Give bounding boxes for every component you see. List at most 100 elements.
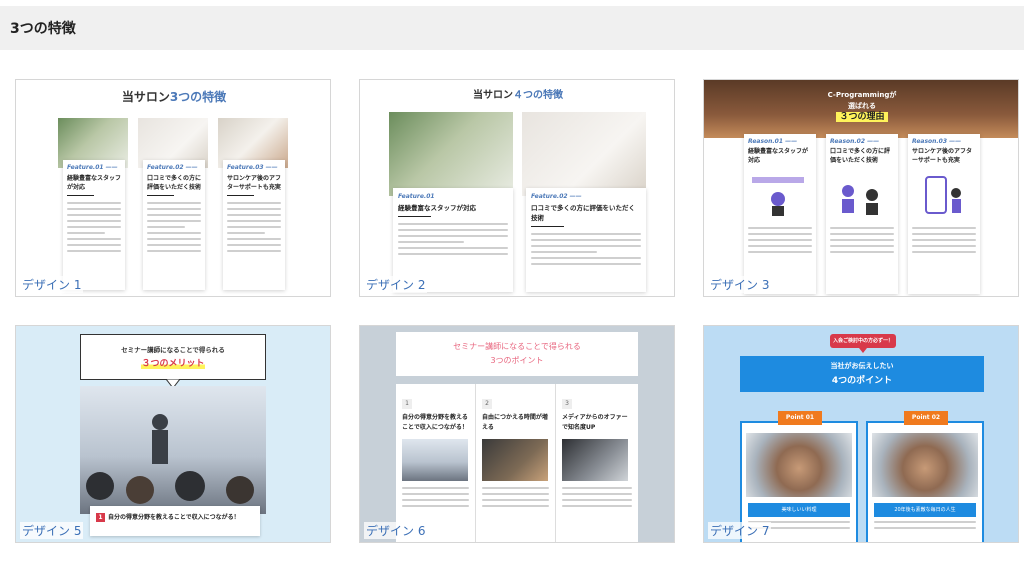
badge-tail-icon <box>859 348 867 353</box>
feature-heading: 経験豊富なスタッフ が対応 <box>67 174 121 192</box>
title-highlight: ３つの理由 <box>836 112 888 122</box>
feature-label: Feature.01 <box>398 193 435 200</box>
body-text-lines <box>398 223 508 255</box>
design-card-6[interactable]: セミナー講師になることで得られる 3つのポイント 1 自分の得意分野を教える こ… <box>359 325 675 543</box>
heading-line: ことで収入につながる！ <box>402 424 468 431</box>
design-card-2[interactable]: 当サロン４つの特徴 Feature.01 経験豊富なスタッフが対応 Featur… <box>359 79 675 297</box>
heading-line: 自由につかえる時間が増 <box>482 414 548 421</box>
point-heading: メディアからのオファー で知名度UP <box>562 413 632 433</box>
card-title: 当サロン４つの特徴 <box>360 86 674 101</box>
body-text-lines <box>874 521 976 533</box>
point-number: 1 <box>402 399 412 409</box>
design-card-5[interactable]: セミナー講師になることで得られる ３つのメリット 1 自分の得意分野を教えることで… <box>15 325 331 543</box>
heading-line: サロンケア後のアフ <box>227 175 282 182</box>
reason-label: Reason.02 —— <box>830 138 880 145</box>
body-text-lines <box>531 233 641 265</box>
design-card-3[interactable]: C-Programmingが 選ばれる ３つの理由 Reason.01 —— 経… <box>703 79 1019 297</box>
feature-label: Feature.02 —— <box>147 164 198 171</box>
photo-sunset <box>482 439 548 481</box>
reason-heading: 経験豊富なスタッフが 対応 <box>748 147 812 165</box>
point-label: Point 01 <box>778 411 822 425</box>
title-part: 当サロン <box>473 90 513 101</box>
illustration-icon <box>752 177 804 216</box>
body-text-lines <box>830 227 894 253</box>
merit-item: 1 自分の得意分野を教えることで収入につながる！ <box>90 506 260 536</box>
feature-heading: 口コミで多くの方に 評価をいただく技術 <box>147 174 201 192</box>
photo-media <box>562 439 628 481</box>
body-text-lines <box>67 202 121 252</box>
banner-line: 4つのポイント <box>831 376 893 386</box>
point-column-2: 2 自由につかえる時間が増 える <box>476 384 556 542</box>
title-line: 3つのポイント <box>490 356 544 365</box>
heading-line: で知名度UP <box>562 424 596 431</box>
design-card-1[interactable]: 当サロン3つの特徴 Feature.01 —— 経験豊富なスタッフ が対応 Fe… <box>15 79 331 297</box>
reason-heading: サロンケア後のアフタ ーサポートも充実 <box>912 147 976 165</box>
point-column-1: 1 自分の得意分野を教える ことで収入につながる！ <box>396 384 476 542</box>
design-caption: デザイン 7 <box>708 522 772 539</box>
body-text-lines <box>562 487 632 507</box>
heading-line: ーサポートも充実 <box>912 157 960 164</box>
title-accent: 3つの特徴 <box>169 90 227 104</box>
divider <box>227 195 254 196</box>
title-accent: ４つの特徴 <box>513 90 563 101</box>
heading-line: 価をいただく技術 <box>830 157 879 164</box>
design-card-7[interactable]: 入会ご検討中の方必ず一！ 当社がお伝えしたい 4つのポイント Point 01 … <box>703 325 1019 543</box>
illustration-icon <box>842 185 878 215</box>
heading-line: 自分の得意分野を教える <box>402 414 468 421</box>
divider <box>147 195 174 196</box>
feature-column-2: Feature.02 —— 口コミで多くの方に 評価をいただく技術 <box>143 160 205 290</box>
feature-column-3: Feature.03 —— サロンケア後のアフ ターサポートも充実 <box>223 160 285 290</box>
photo-teamwork <box>746 433 852 497</box>
title-highlight: ３つのメリット <box>141 359 205 369</box>
design-caption: デザイン 3 <box>708 276 772 293</box>
point-button: 20年後も素敵な毎日の人生 <box>874 503 976 517</box>
feature-column-2: Feature.02 —— 口コミで多くの方に評価をいただく技術 <box>526 188 646 292</box>
title-line: C-Programmingが <box>827 91 897 99</box>
reason-label: Reason.01 —— <box>748 138 798 145</box>
body-text-lines <box>147 202 201 252</box>
body-text-lines <box>227 202 281 252</box>
banner: 当社がお伝えしたい 4つのポイント <box>740 356 984 392</box>
card-title: 当サロン3つの特徴 <box>16 88 330 105</box>
feature-label: Feature.03 —— <box>227 164 278 171</box>
title-box: セミナー講師になることで得られる 3つのポイント <box>396 332 638 376</box>
point-heading: 自由につかえる時間が増 える <box>482 413 549 433</box>
illustration-icon <box>925 176 961 214</box>
heading-line: 対応 <box>748 157 761 164</box>
point-column-3: 3 メディアからのオファー で知名度UP <box>556 384 638 542</box>
point-button: 美味しいい料理 <box>748 503 850 517</box>
point-label: Point 02 <box>904 411 948 425</box>
title-highlight-wrap: ３つのメリット <box>81 357 265 371</box>
attention-badge: 入会ご検討中の方必ず一！ <box>830 334 896 348</box>
card-title: セミナー講師になることで得られる 3つのポイント <box>396 340 638 368</box>
feature-label: Feature.02 —— <box>531 193 582 200</box>
design-caption: デザイン 6 <box>364 522 428 539</box>
reason-column-2: Reason.02 —— 口コミで多くの方に評 価をいただく技術 <box>826 134 898 294</box>
feature-heading: 経験豊富なスタッフが対応 <box>398 204 476 212</box>
reason-column-3: Reason.03 —— サロンケア後のアフタ ーサポートも充実 <box>908 134 980 294</box>
title-line: 選ばれる <box>848 102 876 110</box>
feature-label: Feature.01 —— <box>67 164 118 171</box>
feature-heading: 口コミで多くの方に評価をいただく技術 <box>531 204 635 222</box>
title-line: セミナー講師になることで得られる <box>121 346 225 354</box>
title-highlight-wrap: ３つの理由 <box>704 112 1018 123</box>
divider <box>531 226 564 227</box>
design-caption: デザイン 1 <box>20 276 84 293</box>
heading-line: 経験豊富なスタッフが <box>748 148 809 155</box>
section-title: 3つの特徴 <box>10 21 76 37</box>
heading-line: 口コミで多くの方に評 <box>830 148 891 155</box>
photo-teamwork <box>872 433 978 497</box>
body-text-lines <box>912 227 976 253</box>
merit-number: 1 <box>96 513 105 522</box>
photo-staff <box>389 112 513 196</box>
section-header: 3つの特徴 <box>0 6 1024 50</box>
card-title: セミナー講師になることで得られる ３つのメリット <box>81 343 265 371</box>
reason-heading: 口コミで多くの方に評 価をいただく技術 <box>830 147 894 165</box>
feature-heading: サロンケア後のアフ ターサポートも充実 <box>227 174 281 192</box>
heading-line: 口コミで多くの方に <box>147 175 202 182</box>
reason-label: Reason.03 —— <box>912 138 962 145</box>
point-box-2: Point 02 20年後も素敵な毎日の人生 <box>866 411 984 542</box>
reason-column-1: Reason.01 —— 経験豊富なスタッフが 対応 <box>744 134 816 294</box>
heading-line: メディアからのオファー <box>562 414 628 421</box>
divider <box>67 195 94 196</box>
